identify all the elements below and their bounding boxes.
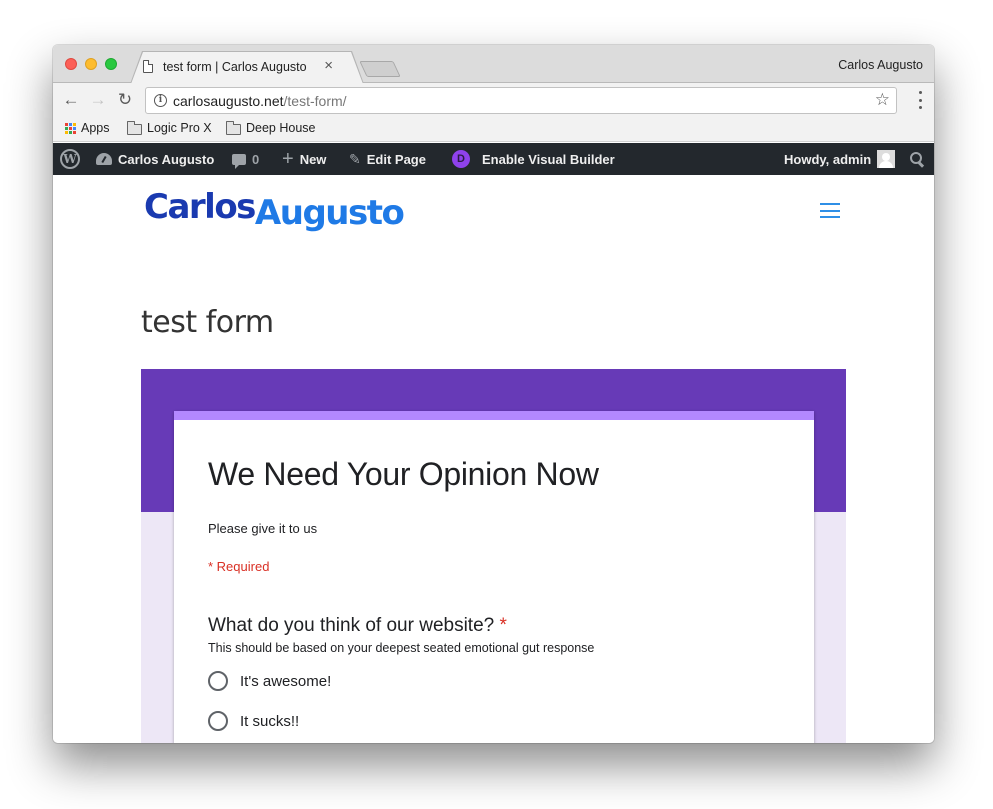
form-accent-bar (174, 411, 814, 420)
avatar (877, 150, 896, 168)
form-description: Please give it to us (208, 521, 318, 536)
info-icon[interactable]: i (154, 94, 167, 107)
page-title: test form (141, 305, 274, 340)
bookmark-logic-pro-x[interactable]: Logic Pro X (127, 120, 212, 135)
google-form-embed: We Need Your Opinion Now Please give it … (141, 369, 846, 743)
dashboard-icon (96, 153, 112, 165)
reload-icon[interactable]: ↻ (115, 90, 135, 110)
site-logo[interactable]: CarlosAugusto (144, 187, 405, 233)
browser-menu-icon[interactable] (918, 91, 922, 109)
page-content: CarlosAugusto test form We Need Your Opi… (53, 175, 934, 743)
visual-builder-link[interactable]: D Enable Visual Builder (452, 143, 615, 175)
radio-button[interactable] (208, 671, 228, 691)
option-label: It sucks!! (240, 712, 300, 730)
question-text: What do you think of our website? (208, 615, 495, 636)
radio-option-awesome[interactable]: It's awesome! (208, 671, 331, 691)
question-title: What do you think of our website? * (208, 615, 507, 637)
url-host: carlosaugusto.net (173, 93, 284, 109)
close-window-button[interactable] (65, 58, 77, 70)
form-title: We Need Your Opinion Now (208, 456, 599, 492)
page-icon (143, 60, 153, 73)
site-name: Carlos Augusto (118, 151, 215, 167)
wordpress-logo-icon: W (60, 149, 80, 169)
apps-dot (69, 126, 72, 130)
tab-active[interactable]: test form | Carlos Augusto × (131, 52, 363, 84)
browser-window: test form | Carlos Augusto × Carlos Augu… (53, 45, 934, 743)
bookmarks-bar: Apps Logic Pro X Deep House (53, 118, 934, 142)
tab-title: test form | Carlos Augusto (163, 60, 307, 74)
address-bar[interactable]: i carlosaugusto.net/test-form/ ☆ (145, 87, 897, 114)
wp-logo-menu[interactable]: W (60, 143, 80, 175)
bookmark-apps[interactable]: Apps (65, 121, 110, 135)
apps-dot (65, 130, 68, 134)
url-path: /test-form/ (283, 93, 347, 109)
apps-dot (65, 122, 68, 126)
required-note: * Required (208, 559, 270, 574)
new-content-menu[interactable]: + New (282, 143, 326, 175)
greeting: Howdy, admin (784, 151, 872, 167)
bookmark-label: Apps (81, 121, 110, 135)
folder-icon (226, 120, 241, 135)
comment-bubble-icon (232, 153, 246, 169)
apps-dot (73, 122, 76, 126)
bookmark-label: Logic Pro X (147, 121, 212, 135)
site-name-menu[interactable]: Carlos Augusto (96, 143, 214, 175)
new-tab-button[interactable] (359, 61, 401, 77)
minimize-window-button[interactable] (85, 58, 97, 70)
browser-toolbar: ← → ↻ i carlosaugusto.net/test-form/ ☆ (53, 83, 934, 118)
search-icon (910, 152, 924, 166)
logo-first: Carlos (144, 187, 256, 227)
url-text[interactable]: carlosaugusto.net/test-form/ (173, 93, 347, 109)
folder-icon (127, 120, 142, 135)
profile-name[interactable]: Carlos Augusto (838, 58, 923, 72)
maximize-window-button[interactable] (105, 58, 117, 70)
apps-dot (73, 126, 76, 130)
plus-icon: + (282, 148, 294, 170)
radio-button[interactable] (208, 711, 228, 731)
comments-menu[interactable]: 0 (232, 143, 259, 175)
apps-dot (69, 122, 72, 126)
edit-page-label: Edit Page (366, 151, 426, 167)
apps-grid-icon (65, 122, 76, 134)
radio-option-sucks[interactable]: It sucks!! (208, 711, 299, 731)
form-card: We Need Your Opinion Now Please give it … (174, 411, 814, 743)
close-tab-icon[interactable]: × (324, 57, 333, 74)
back-icon[interactable]: ← (61, 90, 81, 110)
apps-dot (69, 130, 72, 134)
question-help-text: This should be based on your deepest sea… (208, 641, 595, 655)
my-account-menu[interactable]: Howdy, admin (784, 143, 896, 175)
logo-last: Augusto (254, 193, 405, 233)
admin-search-button[interactable] (910, 143, 924, 175)
visual-builder-label: Enable Visual Builder (482, 151, 615, 167)
tab-strip: test form | Carlos Augusto × Carlos Augu… (53, 45, 934, 83)
forward-icon[interactable]: → (88, 90, 108, 110)
apps-dot (65, 126, 68, 130)
hamburger-menu-icon[interactable] (820, 203, 840, 218)
divi-logo-icon: D (452, 150, 470, 168)
new-label: New (299, 151, 327, 167)
bookmark-deep-house[interactable]: Deep House (226, 120, 316, 135)
pencil-icon: ✎ (349, 150, 361, 167)
edit-page-link[interactable]: ✎ Edit Page (349, 143, 426, 175)
wp-admin-bar: W Carlos Augusto 0 + New ✎ Edit Page D E… (53, 143, 934, 175)
bookmark-label: Deep House (246, 121, 316, 135)
apps-dot (73, 130, 76, 134)
option-label: It's awesome! (240, 672, 332, 690)
required-asterisk: * (499, 615, 507, 636)
bookmark-star-icon[interactable]: ☆ (875, 90, 890, 110)
comments-count: 0 (252, 151, 260, 167)
